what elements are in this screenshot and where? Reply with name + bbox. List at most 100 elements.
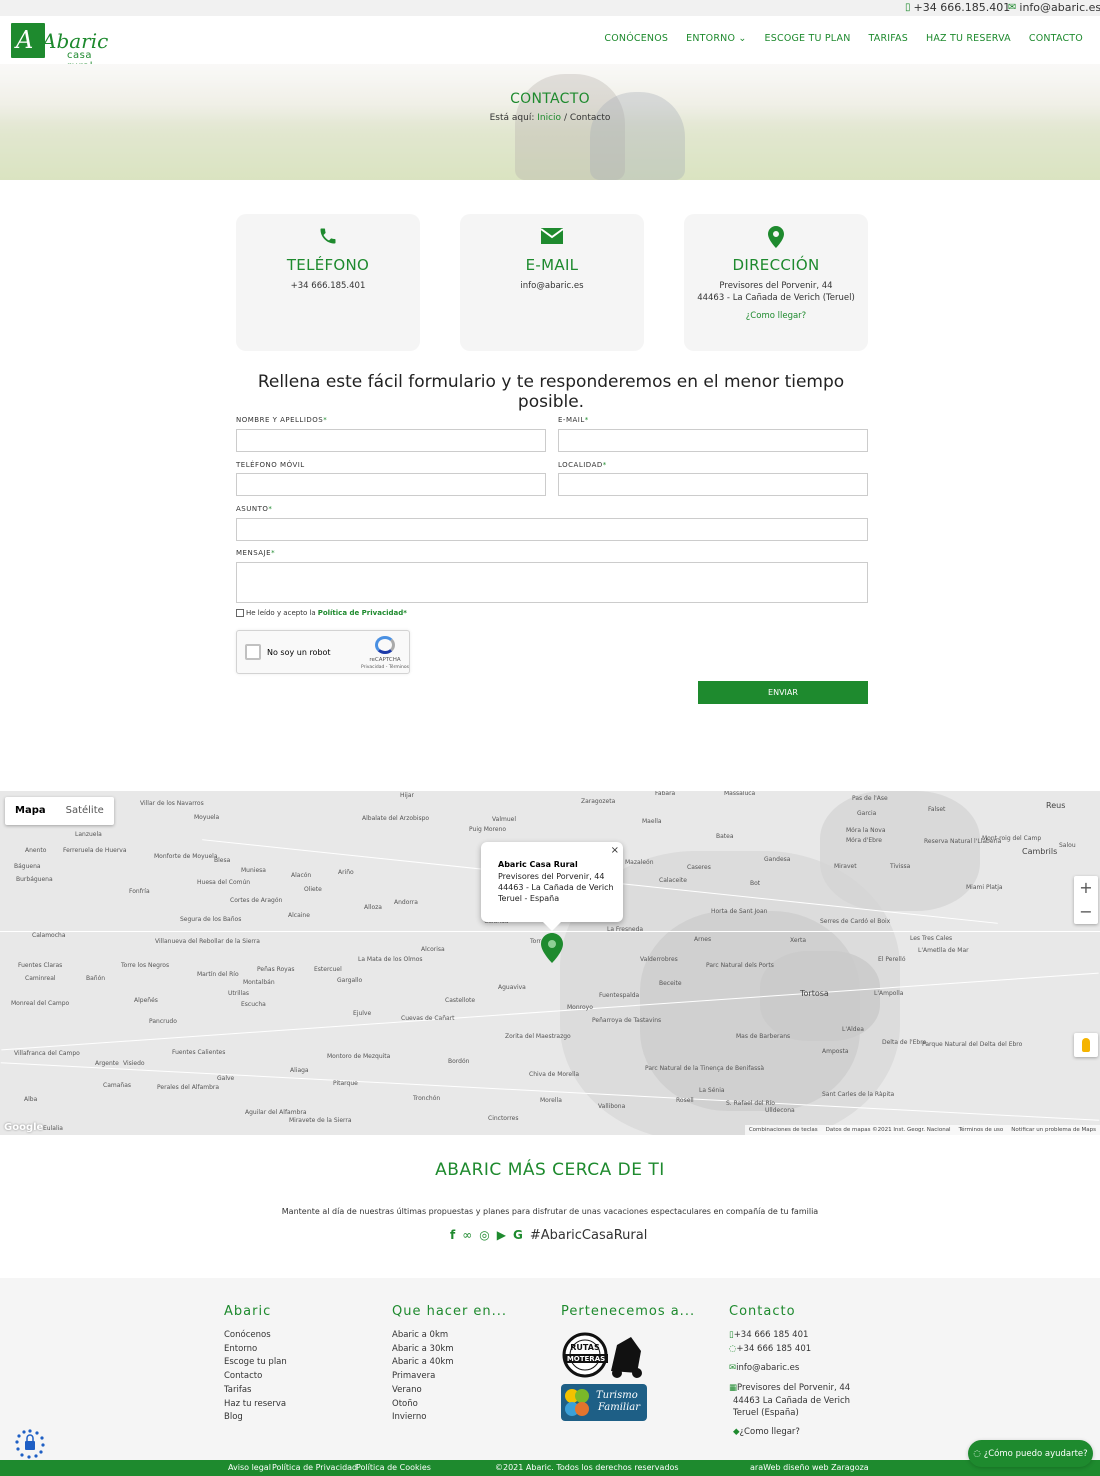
footer-link[interactable]: Escoge tu plan bbox=[224, 1356, 287, 1370]
city-field[interactable] bbox=[558, 473, 868, 496]
email-label: E-MAIL* bbox=[558, 416, 589, 424]
map-place-label: Miravete de la Sierra bbox=[289, 1117, 352, 1124]
footer-link[interactable]: Abaric a 0km bbox=[392, 1329, 507, 1343]
phone-card: TELÉFONO +34 666.185.401 bbox=[236, 214, 420, 351]
nav-tarifas[interactable]: TARIFAS bbox=[869, 33, 909, 44]
footer-link[interactable]: Haz tu reserva bbox=[224, 1398, 287, 1412]
recaptcha-terms[interactable]: Privacidad - Términos bbox=[355, 665, 415, 670]
map-place-label: Cinctorres bbox=[488, 1115, 519, 1122]
designer-credit-link[interactable]: araWeb diseño web Zaragoza bbox=[750, 1463, 869, 1472]
whatsapp-chat-button[interactable]: ◌ ¿Cómo puedo ayudarte? bbox=[968, 1440, 1093, 1467]
map-place-label: Pancrudo bbox=[149, 1018, 177, 1025]
privacy-checkbox[interactable] bbox=[236, 609, 244, 617]
map-place-label: Andorra bbox=[394, 899, 418, 906]
map-place-label: Cambrils bbox=[1022, 847, 1058, 856]
map-place-label: Morella bbox=[540, 1097, 562, 1104]
footer-link[interactable]: Invierno bbox=[392, 1411, 507, 1425]
footer-link[interactable]: Tarifas bbox=[224, 1384, 287, 1398]
logo-mark: A bbox=[11, 23, 45, 58]
email-card-address[interactable]: info@abaric.es bbox=[460, 280, 644, 292]
close-icon[interactable]: × bbox=[611, 845, 619, 856]
footer-address-line-1: ▦Previsores del Porvenir, 44 bbox=[729, 1382, 850, 1395]
youtube-icon[interactable]: ▶ bbox=[497, 1228, 506, 1242]
tripadvisor-icon[interactable]: ∞ bbox=[462, 1228, 472, 1242]
social-text: Mantente al día de nuestras últimas prop… bbox=[281, 1207, 819, 1216]
nav-haz-tu-reserva[interactable]: HAZ TU RESERVA bbox=[926, 33, 1011, 44]
top-email[interactable]: ✉ info@abaric.es bbox=[1008, 1, 1100, 14]
map-place-label: Maella bbox=[642, 818, 662, 825]
map-place-label: Tivissa bbox=[890, 863, 911, 870]
map-place-label: Massaluca bbox=[724, 791, 756, 797]
google-icon[interactable]: G bbox=[513, 1228, 523, 1242]
page-title: CONTACTO bbox=[510, 91, 590, 107]
footer-link[interactable]: Entorno bbox=[224, 1343, 287, 1357]
rutas-moteras-logo[interactable]: RUTAS MOTERAS bbox=[561, 1331, 645, 1379]
map-place-label: Ariño bbox=[338, 869, 354, 876]
google-map[interactable]: Villar de los Navarros Hijar Valmuel Zarago… bbox=[0, 791, 1100, 1135]
map-footer-terms[interactable]: Términos de uso bbox=[959, 1127, 1004, 1133]
map-place-label: Ejulve bbox=[353, 1010, 372, 1017]
map-place-label: La Fresneda bbox=[607, 926, 644, 933]
subject-field[interactable] bbox=[236, 518, 868, 541]
site-logo[interactable]: A Abaric casa rural bbox=[11, 23, 119, 72]
zoom-out-button[interactable]: − bbox=[1074, 900, 1098, 924]
footer-link[interactable]: Verano bbox=[392, 1384, 507, 1398]
message-field[interactable] bbox=[236, 562, 868, 603]
facebook-icon[interactable]: f bbox=[450, 1228, 455, 1242]
nav-entorno[interactable]: ENTORNO ⌄ bbox=[686, 33, 746, 44]
phone-card-number[interactable]: +34 666.185.401 bbox=[236, 280, 420, 292]
nav-conocenos[interactable]: CONÓCENOS bbox=[604, 33, 668, 44]
map-marker-icon[interactable] bbox=[541, 933, 563, 963]
recaptcha-checkbox[interactable] bbox=[245, 644, 261, 660]
map-place-label: Mazaleón bbox=[625, 859, 654, 866]
phone-field[interactable] bbox=[236, 473, 546, 496]
footer-link[interactable]: Primavera bbox=[392, 1370, 507, 1384]
map-type-map[interactable]: Mapa bbox=[5, 797, 56, 825]
how-to-get-link[interactable]: ¿Como llegar? bbox=[684, 311, 868, 321]
street-view-pegman-icon[interactable] bbox=[1074, 1033, 1098, 1057]
zoom-in-button[interactable]: + bbox=[1074, 876, 1098, 900]
footer-link[interactable]: Abaric a 30km bbox=[392, 1343, 507, 1357]
footer-phone-1-text: +34 666 185 401 bbox=[733, 1330, 809, 1340]
footer-link[interactable]: Contacto bbox=[224, 1370, 287, 1384]
rutas-moteras-line-2: MOTERAS bbox=[567, 1355, 605, 1363]
chevron-down-icon: ⌄ bbox=[738, 33, 747, 44]
map-place-label: Arnes bbox=[694, 936, 712, 943]
map-footer-shortcuts[interactable]: Combinaciones de teclas bbox=[749, 1127, 818, 1133]
privacy-policy-footer-link[interactable]: Política de Privacidad bbox=[272, 1463, 357, 1472]
breadcrumb-home[interactable]: Inicio bbox=[537, 113, 561, 123]
name-field[interactable] bbox=[236, 429, 546, 452]
cookie-settings-icon[interactable] bbox=[14, 1428, 46, 1460]
footer-phone-2[interactable]: ◌+34 666 185 401 bbox=[729, 1343, 850, 1357]
instagram-icon[interactable]: ◎ bbox=[479, 1228, 489, 1242]
submit-button[interactable]: ENVIAR bbox=[698, 681, 868, 704]
footer-how-to-get[interactable]: ◆¿Como llegar? bbox=[729, 1426, 850, 1440]
legal-notice-link[interactable]: Aviso legal bbox=[228, 1463, 271, 1472]
site-header: A Abaric casa rural CONÓCENOS ENTORNO ⌄ … bbox=[0, 16, 1100, 72]
turismo-familiar-line-2: Familiar bbox=[598, 1402, 641, 1413]
map-place-label: Miravet bbox=[834, 863, 857, 870]
top-phone[interactable]: ▯ +34 666.185.401 bbox=[905, 1, 1010, 14]
footer-phone-1[interactable]: ▯+34 666 185 401 bbox=[729, 1329, 850, 1343]
map-place-label: Báguena bbox=[14, 863, 41, 870]
cookies-policy-link[interactable]: Política de Cookies bbox=[356, 1463, 431, 1472]
map-place-label: Alacón bbox=[291, 872, 312, 879]
nav-escoge-tu-plan[interactable]: ESCOGE TU PLAN bbox=[765, 33, 851, 44]
turismo-familiar-logo[interactable]: Turismo Familiar bbox=[561, 1384, 647, 1421]
address-card-title: DIRECCIÓN bbox=[732, 256, 820, 274]
footer-email[interactable]: ✉info@abaric.es bbox=[729, 1362, 850, 1376]
turismo-familiar-line-1: Turismo bbox=[596, 1390, 638, 1401]
map-footer-report[interactable]: Notificar un problema de Maps bbox=[1011, 1127, 1096, 1133]
email-field[interactable] bbox=[558, 429, 868, 452]
map-place-label: Hijar bbox=[400, 792, 414, 799]
nav-contacto[interactable]: CONTACTO bbox=[1029, 33, 1083, 44]
map-place-label: Calamocha bbox=[32, 932, 66, 939]
footer-phone-2-text: +34 666 185 401 bbox=[736, 1343, 812, 1354]
footer-link[interactable]: Conócenos bbox=[224, 1329, 287, 1343]
footer-link[interactable]: Abaric a 40km bbox=[392, 1356, 507, 1370]
map-place-label: Móra la Nova bbox=[846, 827, 886, 834]
map-type-satellite[interactable]: Satélite bbox=[56, 797, 114, 825]
footer-link[interactable]: Blog bbox=[224, 1411, 287, 1425]
footer-link[interactable]: Otoño bbox=[392, 1398, 507, 1412]
privacy-policy-link[interactable]: Política de Privacidad* bbox=[318, 609, 407, 617]
